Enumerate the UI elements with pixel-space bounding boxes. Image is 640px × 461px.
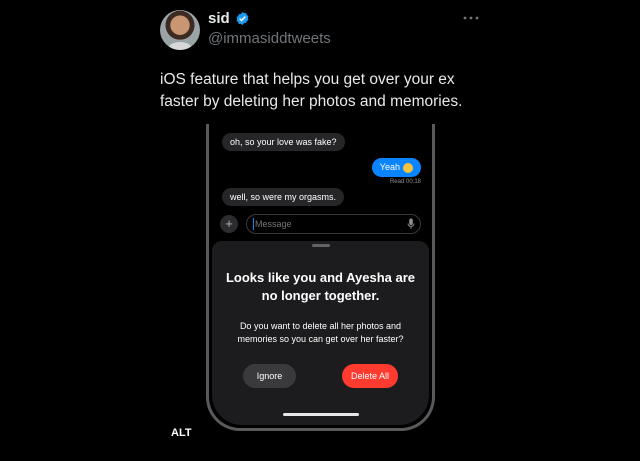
- sad-face-emoji-icon: [403, 162, 413, 173]
- sheet-title: Looks like you and Ayesha are no longer …: [225, 270, 416, 303]
- ignore-button[interactable]: Ignore: [243, 364, 296, 388]
- alert-sheet: Looks like you and Ayesha are no longer …: [212, 241, 429, 425]
- tweet-text: iOS feature that helps you get over your…: [160, 71, 463, 110]
- message-input[interactable]: [246, 214, 421, 234]
- alt-badge[interactable]: ALT: [171, 427, 192, 439]
- phone-screen: oh, so your love was fake? Yeah Read 00:…: [212, 124, 429, 425]
- message-composer: +: [220, 214, 421, 234]
- phone-screenshot: oh, so your love was fake? Yeah Read 00:…: [206, 124, 435, 431]
- home-indicator: [282, 413, 359, 416]
- sheet-grabber[interactable]: [311, 244, 330, 247]
- delete-all-button[interactable]: Delete All: [342, 364, 398, 388]
- message-bubble-incoming: well, so were my orgasms.: [222, 188, 345, 206]
- display-name[interactable]: sid: [208, 10, 230, 27]
- verified-badge-icon: [236, 11, 249, 26]
- message-bubble-incoming: oh, so your love was fake?: [222, 133, 345, 151]
- message-bubble-outgoing: Yeah: [371, 158, 421, 177]
- avatar[interactable]: [160, 10, 200, 50]
- plus-button[interactable]: +: [220, 215, 238, 233]
- message-text: Yeah: [379, 162, 400, 172]
- read-receipt: Read 00:18: [389, 179, 421, 185]
- tweet-header: sid @immasiddtweets: [160, 8, 480, 52]
- more-icon[interactable]: [462, 14, 480, 22]
- sheet-body: Do you want to delete all her photos and…: [237, 321, 404, 344]
- microphone-icon[interactable]: [407, 218, 415, 230]
- text-caret: [253, 218, 254, 230]
- handle[interactable]: @immasiddtweets: [208, 30, 331, 47]
